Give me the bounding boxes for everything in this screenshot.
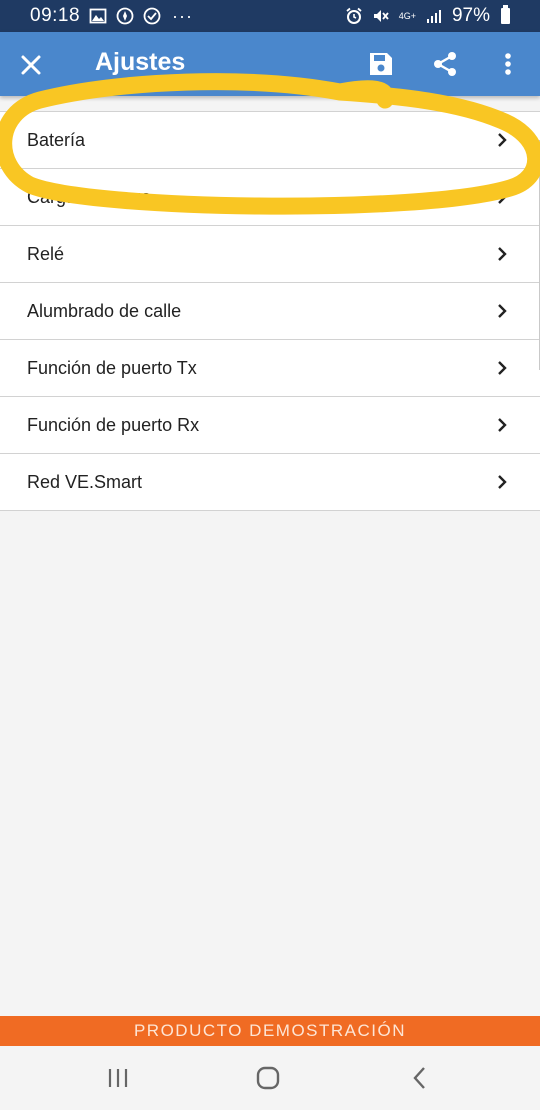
settings-item-label: Alumbrado de calle bbox=[27, 300, 182, 321]
settings-item-label: Red VE.Smart bbox=[27, 471, 143, 492]
settings-item-label: Función de puerto Rx bbox=[27, 414, 200, 435]
home-icon[interactable] bbox=[253, 1063, 283, 1093]
settings-item-puerto-tx[interactable]: Función de puerto Tx bbox=[0, 340, 540, 397]
gallery-icon bbox=[89, 7, 107, 25]
battery-icon bbox=[501, 5, 510, 24]
settings-item-ve-smart[interactable]: Red VE.Smart bbox=[0, 454, 540, 511]
chevron-right-icon bbox=[492, 187, 512, 207]
chevron-right-icon bbox=[492, 472, 512, 492]
app-bar: Ajustes bbox=[0, 32, 540, 96]
share-icon[interactable] bbox=[430, 49, 460, 79]
close-icon[interactable] bbox=[16, 50, 46, 80]
scroll-indicator bbox=[536, 140, 540, 370]
status-time: 09:18 bbox=[30, 5, 81, 26]
settings-item-puerto-rx[interactable]: Función de puerto Rx bbox=[0, 397, 540, 454]
navigation-bar bbox=[0, 1046, 540, 1110]
check-icon bbox=[143, 7, 161, 25]
chevron-right-icon bbox=[492, 130, 512, 150]
settings-item-label: Carga de carga bbox=[27, 186, 152, 207]
chevron-right-icon bbox=[492, 358, 512, 378]
compass-icon bbox=[116, 7, 134, 25]
network-type: 4G+ bbox=[398, 10, 416, 21]
settings-item-carga[interactable]: Carga de carga bbox=[0, 169, 540, 226]
signal-icon bbox=[425, 7, 443, 25]
settings-item-rele[interactable]: Relé bbox=[0, 226, 540, 283]
more-vert-icon[interactable] bbox=[493, 49, 523, 79]
settings-item-label: Función de puerto Tx bbox=[27, 357, 197, 378]
settings-item-bateria[interactable]: Batería bbox=[0, 112, 540, 169]
page-title: Ajustes bbox=[95, 48, 186, 76]
chevron-right-icon bbox=[492, 301, 512, 321]
status-bar: 09:18 ··· 4G+ 97% bbox=[0, 0, 540, 32]
back-icon[interactable] bbox=[405, 1063, 435, 1093]
settings-list: Batería Carga de carga Relé Alumbrado de… bbox=[0, 111, 540, 511]
recents-icon[interactable] bbox=[103, 1063, 133, 1093]
save-icon[interactable] bbox=[366, 49, 396, 79]
status-right: 4G+ 97% bbox=[345, 5, 510, 27]
status-overflow: ··· bbox=[172, 5, 194, 26]
settings-item-alumbrado[interactable]: Alumbrado de calle bbox=[0, 283, 540, 340]
settings-item-label: Relé bbox=[27, 243, 65, 264]
chevron-right-icon bbox=[492, 244, 512, 264]
settings-item-label: Batería bbox=[27, 129, 86, 150]
alarm-icon bbox=[345, 7, 363, 25]
demo-banner: PRODUCTO DEMOSTRACIÓN bbox=[0, 1016, 540, 1046]
chevron-right-icon bbox=[492, 415, 512, 435]
status-left: 09:18 ··· bbox=[30, 5, 193, 27]
mute-icon bbox=[372, 7, 390, 25]
battery-percent: 97% bbox=[451, 5, 490, 26]
